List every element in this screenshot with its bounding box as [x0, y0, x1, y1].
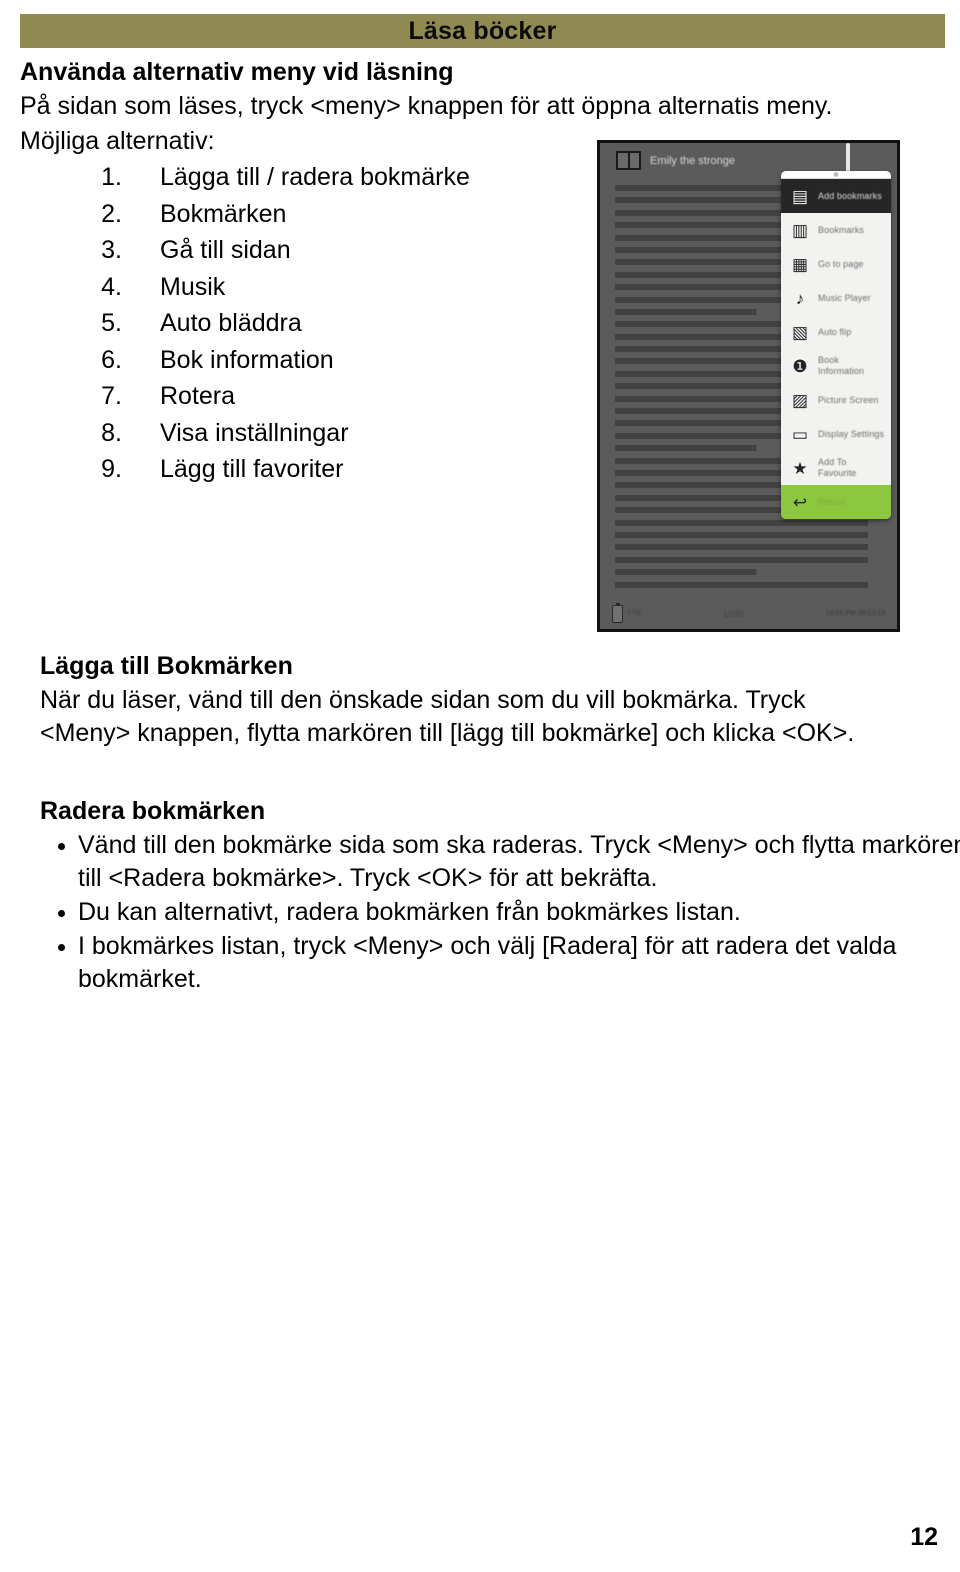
device-menu-item-bookmarks[interactable]: ▥ Bookmarks — [781, 213, 891, 247]
delete-bookmark-bullet: Vänd till den bokmärke sida som ska rade… — [40, 829, 960, 895]
device-menu-item-add-bookmarks[interactable]: ▤ Add bookmarks — [781, 179, 891, 213]
device-book-title: Emily the stronge — [650, 154, 735, 167]
device-menu-item-go-to-page[interactable]: ▦ Go to page — [781, 247, 891, 281]
add-to-favourite-icon: ★ — [792, 458, 808, 478]
add-bookmark-section: Lägga till Bokmärken När du läser, vänd … — [20, 650, 960, 750]
battery-level: 77% — [627, 609, 642, 617]
menu-option-label: Rotera — [160, 382, 236, 410]
device-options-menu[interactable]: ▤ Add bookmarks ▥ Bookmarks ▦ Go to page ♪ Musi… — [781, 171, 891, 519]
add-bookmark-line-1: När du läser, vänd till den önskade sida… — [40, 686, 806, 714]
device-menu-item-book-information[interactable]: ❶ Book Information — [781, 349, 891, 383]
device-book-title-row: Emily the stronge — [616, 151, 735, 170]
intro-paragraph: På sidan som läses, tryck <meny> knappen… — [20, 92, 833, 120]
bookmarks-icon: ▥ — [791, 220, 809, 240]
delete-bookmark-bullet: Du kan alternativt, radera bokmärken frå… — [40, 896, 960, 929]
device-text-line — [615, 544, 887, 551]
intro-heading: Använda alternativ meny vid läsning — [20, 58, 454, 86]
device-menu-item-label: Picture Screen — [818, 394, 879, 405]
device-menu-item-label: Book Information — [818, 355, 865, 376]
menu-option-number: 9. — [101, 455, 122, 483]
menu-option-number: 2. — [101, 199, 122, 228]
delete-bookmark-heading: Radera bokmärken — [40, 797, 266, 825]
page-number: 12 — [910, 1523, 938, 1551]
device-reading-page: Emily the stronge 77% 12/30 18:05 PM 05/… — [600, 143, 897, 629]
menu-option-label: Bok information — [160, 345, 334, 374]
device-menu-item-label: Return — [818, 496, 846, 507]
menu-option-label: Lägga till / radera bokmärke — [160, 163, 470, 191]
menu-option-number: 3. — [101, 236, 122, 264]
device-menu-item-return[interactable]: ↩ Return — [781, 485, 891, 519]
menu-option-number: 1. — [101, 163, 122, 191]
device-menu-item-display-settings[interactable]: ▭ Display Settings — [781, 417, 891, 451]
page-header-bar: Läsa böcker — [20, 14, 945, 48]
menu-option-label: Gå till sidan — [160, 236, 291, 264]
page-title: Läsa böcker — [408, 16, 557, 45]
menu-cap — [781, 171, 891, 179]
device-text-line — [615, 581, 887, 588]
device-page-indicator: 12/30 — [723, 609, 744, 619]
open-book-icon — [616, 151, 641, 170]
return-icon: ↩ — [792, 492, 808, 512]
device-status-bar: 77% 12/30 18:05 PM 05/12/13 — [600, 599, 897, 629]
battery-indicator: 77% — [612, 605, 641, 623]
device-text-line — [615, 531, 887, 538]
device-menu-item-auto-flip[interactable]: ▧ Auto flip — [781, 315, 891, 349]
device-menu-item-label: Display Settings — [818, 428, 885, 439]
go-to-page-icon: ▦ — [791, 254, 809, 274]
menu-option-label: Lägg till favoriter — [160, 455, 344, 483]
menu-stem — [846, 143, 850, 173]
menu-option-number: 5. — [101, 309, 122, 337]
delete-bookmark-bullet: I bokmärkes listan, tryck <Meny> och väl… — [40, 930, 960, 996]
menu-option-number: 4. — [101, 272, 122, 301]
menu-option-label: Auto bläddra — [160, 309, 302, 337]
menu-option-label: Bokmärken — [160, 199, 287, 228]
device-menu-item-label: Auto flip — [818, 326, 852, 337]
device-menu-item-add-to-favourite[interactable]: ★ Add To Favourite — [781, 451, 891, 485]
device-screenshot-figure: Emily the stronge 77% 12/30 18:05 PM 05/… — [597, 140, 900, 632]
menu-option-number: 6. — [101, 345, 122, 374]
delete-bookmark-section: Radera bokmärken Vänd till den bokmärke … — [20, 795, 960, 997]
menu-option-label: Musik — [160, 272, 226, 301]
auto-flip-icon: ▧ — [791, 322, 809, 342]
delete-bookmark-bullet-list: Vänd till den bokmärke sida som ska rade… — [40, 829, 960, 996]
device-menu-item-label: Music Player — [818, 292, 871, 303]
display-settings-icon: ▭ — [791, 424, 809, 444]
device-text-line — [615, 519, 887, 526]
battery-icon — [612, 605, 623, 623]
menu-option-number: 7. — [101, 382, 122, 410]
device-text-line — [615, 556, 887, 563]
device-text-line — [615, 569, 887, 576]
device-menu-item-music-player[interactable]: ♪ Music Player — [781, 281, 891, 315]
menu-option-number: 8. — [101, 418, 122, 447]
music-player-icon: ♪ — [795, 288, 805, 308]
book-information-icon: ❶ — [792, 356, 808, 376]
menu-option-label: Visa inställningar — [160, 418, 349, 447]
picture-screen-icon: ▨ — [791, 390, 809, 410]
add-bookmark-line-2: <Meny> knappen, flytta markören till [lä… — [40, 718, 855, 747]
device-clock: 18:05 PM 05/12/13 — [825, 609, 885, 617]
add-bookmark-heading: Lägga till Bokmärken — [40, 652, 293, 680]
device-menu-item-label: Add To Favourite — [818, 457, 857, 478]
device-menu-item-label: Go to page — [818, 258, 864, 269]
device-menu-item-label: Add bookmarks — [818, 190, 882, 201]
device-menu-item-label: Bookmarks — [818, 224, 864, 235]
add-bookmark-icon: ▤ — [791, 186, 809, 206]
device-menu-item-picture-screen[interactable]: ▨ Picture Screen — [781, 383, 891, 417]
